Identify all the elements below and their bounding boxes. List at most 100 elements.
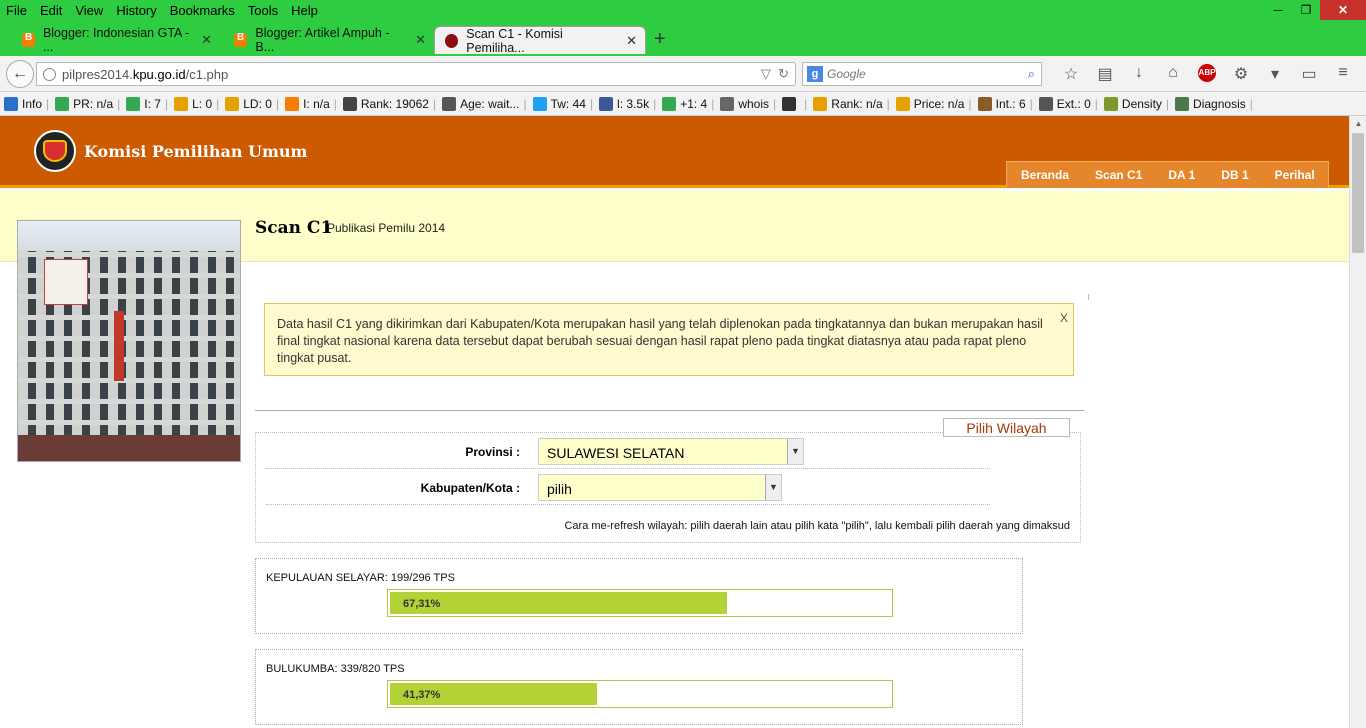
chevron-down-icon[interactable]: ▾	[1258, 64, 1292, 84]
chevron-down-icon[interactable]: ▼	[787, 439, 803, 464]
seo-toolbar-item[interactable]: l: 3.5k |	[599, 96, 656, 111]
tab-close-icon[interactable]: ✕	[626, 33, 637, 49]
seo-toolbar-label: Density	[1121, 96, 1162, 111]
menu-history[interactable]: History	[116, 3, 156, 18]
search-bar[interactable]: g Google ⌕	[802, 62, 1042, 86]
url-host: kpu.go.id	[132, 66, 186, 82]
seo-toolbar-item[interactable]: Ext.: 0 |	[1038, 96, 1098, 111]
seo-tool-icon	[1038, 96, 1053, 111]
menu-edit[interactable]: Edit	[40, 3, 62, 18]
menu-help[interactable]: Help	[291, 3, 318, 18]
seo-toolbar-label: Tw: 44	[550, 96, 586, 111]
hamburger-menu-icon[interactable]: ≡	[1326, 64, 1360, 84]
kpu-logo[interactable]	[34, 130, 76, 172]
separator: |	[589, 96, 594, 111]
seo-toolbar-item[interactable]: Tw: 44 |	[532, 96, 594, 111]
seo-toolbar-label: Diagnosis	[1193, 96, 1246, 111]
seo-toolbar-item[interactable]: Age: wait... |	[442, 96, 527, 111]
seo-toolbar-item[interactable]: |	[782, 96, 808, 111]
tab-blogger-gta[interactable]: Blogger: Indonesian GTA - ... ✕	[0, 26, 220, 54]
minimize-icon[interactable]: ─	[1264, 0, 1292, 20]
seo-tool-icon	[977, 96, 992, 111]
nav-perihal[interactable]: Perihal	[1262, 162, 1328, 188]
url-bar[interactable]: pilpres2014. kpu.go.id/c1.php ▽ ↻	[36, 62, 796, 86]
nav-scan-c1[interactable]: Scan C1	[1082, 162, 1155, 188]
separator: |	[432, 96, 437, 111]
tab-title: Scan C1 - Komisi Pemiliha...	[466, 26, 563, 55]
seo-toolbar-item[interactable]: Density |	[1103, 96, 1169, 111]
menu-bar: File Edit View History Bookmarks Tools H…	[0, 0, 1366, 20]
menu-bookmarks[interactable]: Bookmarks	[170, 3, 235, 18]
kabupaten-label: Kabupaten/Kota :	[420, 481, 520, 495]
menu-tools[interactable]: Tools	[248, 3, 278, 18]
search-placeholder: Google	[827, 67, 866, 81]
separator: |	[333, 96, 337, 111]
separator: |	[804, 96, 808, 111]
seo-tool-icon	[662, 96, 677, 111]
search-icon[interactable]: ⌕	[1028, 66, 1035, 82]
seo-toolbar-item[interactable]: PR: n/a |	[55, 96, 120, 111]
toolbar-icons: ☆ ▤ ↓ ⌂ ABP ⚙ ▾ ▭ ≡	[1054, 64, 1360, 84]
seo-toolbar-item[interactable]: Rank: 19062 |	[342, 96, 437, 111]
progress-card: BULUKUMBA: 339/820 TPS 41,37%	[255, 649, 1023, 725]
site-title[interactable]: Komisi Pemilihan Umum	[84, 142, 307, 161]
scroll-thumb[interactable]	[1352, 133, 1364, 253]
reading-list-icon[interactable]: ▤	[1088, 64, 1122, 84]
nav-beranda[interactable]: Beranda	[1007, 162, 1082, 188]
close-window-icon[interactable]: ✕	[1320, 0, 1366, 20]
tab-close-icon[interactable]: ✕	[415, 32, 426, 48]
seo-toolbar-item[interactable]: Info |	[4, 96, 49, 111]
seo-tool-icon	[1103, 96, 1118, 111]
tab-close-icon[interactable]: ✕	[201, 32, 212, 48]
pilih-wilayah-tab[interactable]: Pilih Wilayah	[943, 418, 1070, 437]
seo-tool-icon	[126, 96, 141, 111]
notes-icon[interactable]: ▭	[1292, 64, 1326, 84]
site-header: Komisi Pemilihan Umum Beranda Scan C1 DA…	[0, 116, 1349, 188]
adblock-icon[interactable]: ABP	[1198, 64, 1216, 82]
tab-title: Blogger: Indonesian GTA - ...	[42, 26, 190, 54]
restore-icon[interactable]: ❐	[1292, 0, 1320, 20]
window-controls: ─ ❐ ✕	[1264, 0, 1366, 20]
seo-tool-icon	[782, 96, 797, 111]
back-arrow-icon[interactable]: ←	[6, 60, 34, 88]
seo-tool-icon	[532, 96, 547, 111]
kabupaten-select[interactable]: pilih ▼	[538, 474, 782, 501]
seo-toolbar-item[interactable]: Int.: 6 |	[977, 96, 1033, 111]
tab-strip: Blogger: Indonesian GTA - ... ✕ Blogger:…	[0, 20, 1366, 56]
wilayah-panel: Provinsi : SULAWESI SELATAN ▼ Kabupaten/…	[255, 432, 1081, 543]
seo-toolbar-label: Int.: 6	[995, 96, 1026, 111]
nav-db1[interactable]: DB 1	[1208, 162, 1261, 188]
home-icon[interactable]: ⌂	[1156, 64, 1190, 84]
seo-toolbar-item[interactable]: LD: 0 |	[225, 96, 280, 111]
tab-scan-c1[interactable]: Scan C1 - Komisi Pemiliha... ✕	[434, 26, 646, 55]
new-tab-icon[interactable]: +	[654, 28, 666, 51]
separator: |	[275, 96, 280, 111]
menu-view[interactable]: View	[75, 3, 103, 18]
seo-toolbar-item[interactable]: Price: n/a |	[895, 96, 972, 111]
download-icon[interactable]: ↓	[1122, 64, 1156, 84]
vertical-scrollbar[interactable]: ▲	[1349, 116, 1366, 728]
seo-toolbar-item[interactable]: whois |	[720, 96, 776, 111]
star-bookmark-icon[interactable]: ☆	[1054, 64, 1088, 84]
google-icon: g	[807, 66, 823, 82]
scroll-up-icon[interactable]: ▲	[1350, 116, 1366, 132]
provinsi-label: Provinsi :	[465, 445, 520, 459]
seo-toolbar-item[interactable]: Diagnosis |	[1175, 96, 1253, 111]
seo-toolbar-item[interactable]: I: 7 |	[126, 96, 168, 111]
seo-toolbar-item[interactable]: Rank: n/a |	[813, 96, 890, 111]
tab-blogger-artikel[interactable]: Blogger: Artikel Ampuh - B... ✕	[212, 26, 434, 54]
seo-toolbar-item[interactable]: +1: 4 |	[662, 96, 714, 111]
chevron-down-icon[interactable]: ▼	[765, 475, 781, 500]
dropdown-reload-icons[interactable]: ▽ ↻	[761, 66, 789, 82]
globe-icon	[43, 67, 56, 81]
site-navigation: Beranda Scan C1 DA 1 DB 1 Perihal	[1006, 161, 1329, 188]
provinsi-select[interactable]: SULAWESI SELATAN ▼	[538, 438, 804, 465]
nav-da1[interactable]: DA 1	[1155, 162, 1208, 188]
seo-toolbar-label: +1: 4	[680, 96, 708, 111]
seo-toolbar-item[interactable]: L: 0 |	[174, 96, 219, 111]
notice-close-button[interactable]: X	[1060, 310, 1068, 327]
menu-file[interactable]: File	[6, 3, 27, 18]
gear-icon[interactable]: ⚙	[1224, 64, 1258, 84]
seo-toolbar-item[interactable]: I: n/a |	[285, 96, 337, 111]
page-title: Scan C1	[255, 218, 333, 238]
